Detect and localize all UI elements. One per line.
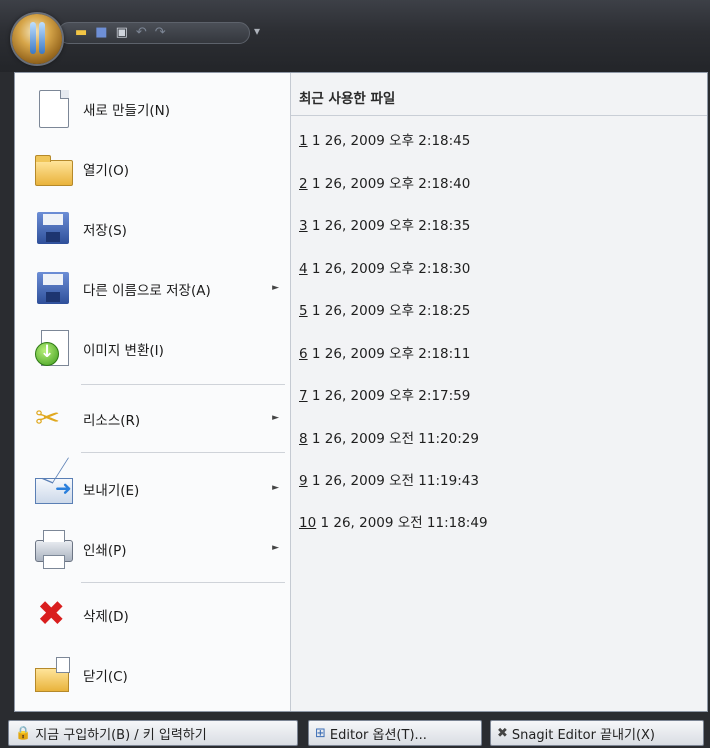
title-bar: ▬ ■ ▣ ↶ ↷ ▾ xyxy=(0,0,710,72)
recent-file-item[interactable]: 6 1 26, 2009 오후 2:18:11 xyxy=(299,342,470,362)
recent-file-name: 1 26, 2009 오후 2:18:30 xyxy=(307,261,471,277)
recent-file-item[interactable]: 2 1 26, 2009 오후 2:18:40 xyxy=(299,172,470,192)
recent-file-item[interactable]: 7 1 26, 2009 오후 2:17:59 xyxy=(299,384,470,404)
menu-item-label: 보내기(E) xyxy=(83,483,140,499)
menu-item-new[interactable]: 새로 만들기(N) xyxy=(19,81,287,137)
recent-file-name: 1 26, 2009 오전 11:20:29 xyxy=(307,431,479,447)
menu-divider xyxy=(81,384,285,385)
menu-item-resources[interactable]: ✂ 리소스(R) ► xyxy=(19,391,287,447)
recent-file-number: 10 xyxy=(299,515,317,531)
exit-editor-label: Snagit Editor 끝내기(X) xyxy=(511,727,655,743)
recent-file-number: 2 xyxy=(299,176,308,192)
recent-file-item[interactable]: 3 1 26, 2009 오후 2:18:35 xyxy=(299,214,470,234)
menu-item-label: 새로 만들기(N) xyxy=(83,103,171,119)
recent-file-name: 1 26, 2009 오후 2:18:45 xyxy=(307,133,471,149)
exit-x-icon: ✖ xyxy=(497,725,508,741)
recent-file-name: 1 26, 2009 오전 11:18:49 xyxy=(316,515,488,531)
convert-image-icon xyxy=(33,328,75,370)
recent-file-item[interactable]: 5 1 26, 2009 오후 2:18:25 xyxy=(299,299,470,319)
recent-file-number: 9 xyxy=(299,473,308,489)
options-icon: ⊞ xyxy=(315,725,326,741)
undo-icon[interactable]: ↶ xyxy=(136,26,147,40)
recent-file-item[interactable]: 4 1 26, 2009 오후 2:18:30 xyxy=(299,257,470,277)
menu-item-label: 저장(S) xyxy=(83,223,127,239)
recent-file-number: 3 xyxy=(299,218,308,234)
recent-file-name: 1 26, 2009 오후 2:17:59 xyxy=(307,388,471,404)
printer-icon xyxy=(33,528,75,570)
menu-item-label: 닫기(C) xyxy=(83,669,128,685)
menu-item-label: 삭제(D) xyxy=(83,609,129,625)
send-envelope-icon: ➜ xyxy=(33,468,75,510)
recent-file-name: 1 26, 2009 오후 2:18:11 xyxy=(307,346,471,362)
recent-file-name: 1 26, 2009 오전 11:19:43 xyxy=(307,473,479,489)
menu-item-print[interactable]: 인쇄(P) ► xyxy=(19,521,287,577)
recent-file-name: 1 26, 2009 오후 2:18:40 xyxy=(307,176,471,192)
save-as-icon xyxy=(33,268,75,310)
menu-item-convert-image[interactable]: 이미지 변환(I) xyxy=(19,321,287,377)
quick-access-toolbar: ▬ ■ ▣ ↶ ↷ xyxy=(58,22,250,44)
buy-register-button[interactable]: 🔒 지금 구입하기(B) / 키 입력하기 xyxy=(8,720,298,746)
orb-logo-bar xyxy=(39,22,45,54)
submenu-arrow-icon: ► xyxy=(272,543,279,553)
recent-file-name: 1 26, 2009 오후 2:18:25 xyxy=(307,303,471,319)
submenu-arrow-icon: ► xyxy=(272,413,279,423)
application-menu: 새로 만들기(N) 열기(O) 저장(S) 다른 이름으로 저장(A) ► 이미… xyxy=(14,72,708,712)
menu-item-delete[interactable]: ✖ 삭제(D) xyxy=(19,587,287,643)
redo-icon[interactable]: ↷ xyxy=(155,26,166,40)
close-folder-icon xyxy=(33,654,75,696)
recent-file-name: 1 26, 2009 오후 2:18:35 xyxy=(307,218,471,234)
recent-file-number: 1 xyxy=(299,133,308,149)
open-folder-icon xyxy=(33,148,75,190)
lock-icon: 🔒 xyxy=(15,725,32,741)
recent-file-number: 4 xyxy=(299,261,308,277)
recent-file-number: 5 xyxy=(299,303,308,319)
menu-commands: 새로 만들기(N) 열기(O) 저장(S) 다른 이름으로 저장(A) ► 이미… xyxy=(15,73,291,711)
editor-options-button[interactable]: ⊞ Editor 옵션(T)... xyxy=(308,720,482,746)
save-icon[interactable]: ■ xyxy=(95,26,107,40)
submenu-arrow-icon: ► xyxy=(272,483,279,493)
recent-file-number: 7 xyxy=(299,388,308,404)
application-orb-button[interactable] xyxy=(12,14,62,64)
recent-file-item[interactable]: 10 1 26, 2009 오전 11:18:49 xyxy=(299,511,488,531)
recent-file-item[interactable]: 9 1 26, 2009 오전 11:19:43 xyxy=(299,469,479,489)
exit-editor-button[interactable]: ✖ Snagit Editor 끝내기(X) xyxy=(490,720,704,746)
orb-logo-bar xyxy=(30,22,36,54)
buy-register-label: 지금 구입하기(B) / 키 입력하기 xyxy=(35,727,207,743)
menu-item-label: 이미지 변환(I) xyxy=(83,343,164,359)
recent-files-divider xyxy=(291,115,707,116)
editor-options-label: Editor 옵션(T)... xyxy=(329,727,427,743)
menu-item-close[interactable]: 닫기(C) xyxy=(19,647,287,703)
save-disk-icon xyxy=(33,208,75,250)
menu-item-label: 리소스(R) xyxy=(83,413,141,429)
recent-file-number: 8 xyxy=(299,431,308,447)
menu-item-save[interactable]: 저장(S) xyxy=(19,201,287,257)
menu-divider xyxy=(81,452,285,453)
submenu-arrow-icon: ► xyxy=(272,283,279,293)
open-icon[interactable]: ▬ xyxy=(75,26,87,40)
menu-footer: 🔒 지금 구입하기(B) / 키 입력하기 ⊞ Editor 옵션(T)... … xyxy=(0,712,710,748)
menu-item-send[interactable]: ➜ 보내기(E) ► xyxy=(19,461,287,517)
menu-item-label: 인쇄(P) xyxy=(83,543,127,559)
delete-x-icon: ✖ xyxy=(37,594,66,634)
print-icon[interactable]: ▣ xyxy=(116,26,128,40)
new-document-icon xyxy=(33,88,75,130)
menu-divider xyxy=(81,582,285,583)
customize-toolbar-dropdown[interactable]: ▾ xyxy=(254,24,260,38)
recent-file-item[interactable]: 1 1 26, 2009 오후 2:18:45 xyxy=(299,129,470,149)
recent-files-panel: 최근 사용한 파일 1 1 26, 2009 오후 2:18:45 2 1 26… xyxy=(291,73,707,711)
resources-tools-icon: ✂ xyxy=(35,401,61,436)
menu-item-open[interactable]: 열기(O) xyxy=(19,141,287,197)
menu-item-save-as[interactable]: 다른 이름으로 저장(A) ► xyxy=(19,261,287,317)
recent-file-item[interactable]: 8 1 26, 2009 오전 11:20:29 xyxy=(299,427,479,447)
recent-files-title: 최근 사용한 파일 xyxy=(299,91,396,107)
recent-file-number: 6 xyxy=(299,346,308,362)
menu-item-label: 열기(O) xyxy=(83,163,129,179)
menu-item-label: 다른 이름으로 저장(A) xyxy=(83,283,211,299)
